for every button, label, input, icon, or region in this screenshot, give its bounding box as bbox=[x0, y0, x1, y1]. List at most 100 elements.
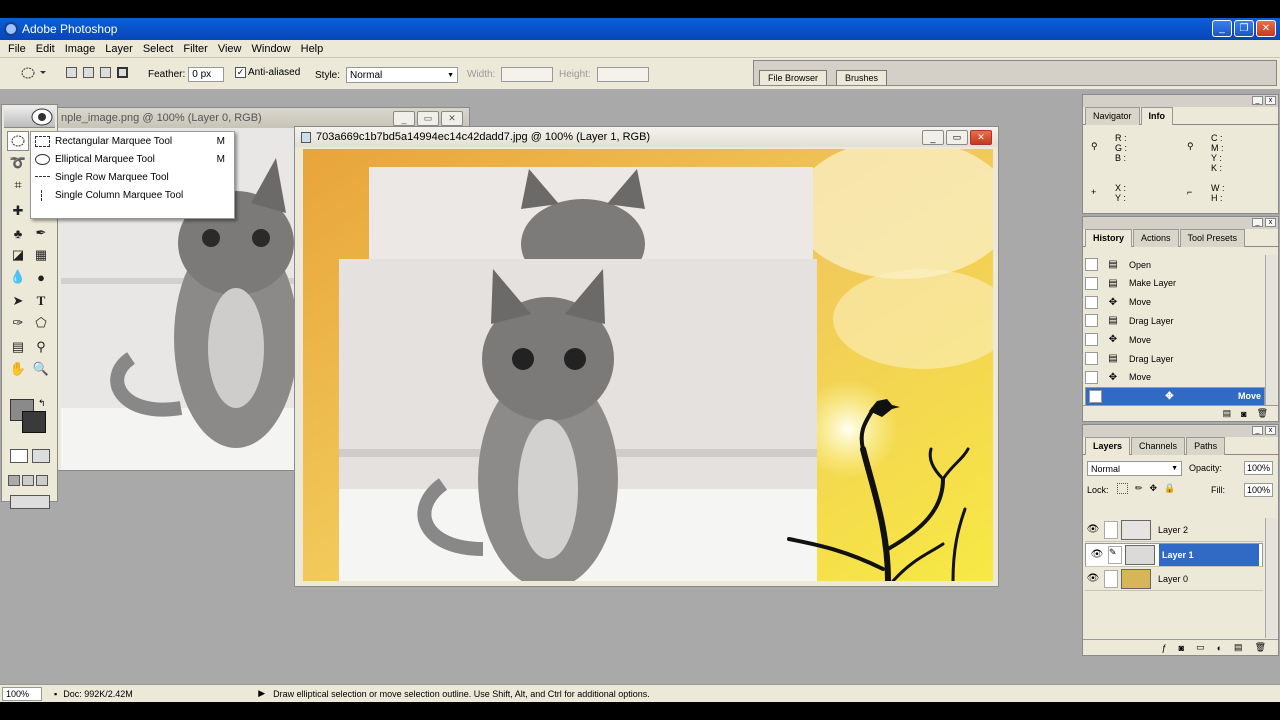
palette-minimize-icon[interactable]: _ bbox=[1252, 218, 1263, 227]
menu-filter[interactable]: Filter bbox=[178, 43, 212, 55]
menu-window[interactable]: Window bbox=[247, 43, 296, 55]
history-brush-source-checkbox[interactable] bbox=[1085, 258, 1098, 271]
lasso-tool-icon[interactable]: ➰ bbox=[7, 153, 29, 173]
menu-image[interactable]: Image bbox=[60, 43, 101, 55]
opacity-input[interactable]: 100% bbox=[1244, 461, 1274, 475]
layer-link-box[interactable] bbox=[1104, 520, 1118, 539]
standard-screen-mode-button[interactable] bbox=[8, 475, 20, 486]
flyout-item-single-column[interactable]: Single Column Marquee Tool bbox=[35, 186, 231, 204]
tab-layers[interactable]: Layers bbox=[1085, 437, 1131, 455]
add-selection-button[interactable] bbox=[83, 67, 94, 78]
menu-select[interactable]: Select bbox=[138, 43, 179, 55]
crop-tool-icon[interactable]: ⌗ bbox=[7, 175, 29, 195]
width-input[interactable] bbox=[501, 67, 554, 82]
tab-paths[interactable]: Paths bbox=[1186, 437, 1226, 455]
history-state[interactable]: ▤ Make Layer bbox=[1085, 274, 1265, 293]
subtract-selection-button[interactable] bbox=[100, 67, 111, 78]
doc-close-button[interactable]: ✕ bbox=[970, 130, 992, 145]
doc-maximize-button[interactable]: ▭ bbox=[417, 111, 439, 126]
lock-position-icon[interactable]: ✥ bbox=[1150, 483, 1158, 494]
jump-to-imageready-button[interactable] bbox=[10, 495, 50, 509]
new-set-icon[interactable]: ▭ bbox=[1196, 642, 1205, 653]
doc-minimize-button[interactable]: _ bbox=[922, 130, 944, 145]
marquee-tool-icon[interactable] bbox=[7, 131, 29, 151]
full-screen-menu-mode-button[interactable] bbox=[22, 475, 34, 486]
new-snapshot-icon[interactable]: ◙ bbox=[1241, 409, 1246, 419]
quick-mask-button[interactable] bbox=[32, 449, 50, 463]
palette-minimize-icon[interactable]: _ bbox=[1252, 426, 1263, 435]
antialiased-checkbox[interactable]: ✓ bbox=[235, 67, 246, 78]
gradient-tool-icon[interactable]: ▦ bbox=[30, 245, 52, 265]
lock-image-icon[interactable]: ✏ bbox=[1135, 483, 1143, 494]
layer-mask-icon[interactable]: ◙ bbox=[1179, 643, 1184, 653]
fill-input[interactable]: 100% bbox=[1244, 483, 1274, 497]
history-brush-source-checkbox[interactable] bbox=[1085, 276, 1098, 290]
menu-edit[interactable]: Edit bbox=[31, 43, 60, 55]
standard-mode-button[interactable] bbox=[10, 449, 28, 463]
history-brush-source-checkbox[interactable] bbox=[1085, 333, 1098, 347]
clone-stamp-tool-icon[interactable]: ♣ bbox=[7, 223, 29, 243]
history-state[interactable]: ✥ Move bbox=[1085, 330, 1265, 349]
shape-tool-icon[interactable]: ⬠ bbox=[30, 313, 52, 333]
flyout-item-single-row[interactable]: Single Row Marquee Tool bbox=[35, 168, 231, 186]
lock-transparency-icon[interactable] bbox=[1117, 483, 1128, 494]
history-brush-source-checkbox[interactable] bbox=[1085, 370, 1098, 384]
doc-maximize-button[interactable]: ▭ bbox=[946, 130, 968, 145]
height-input[interactable] bbox=[596, 67, 649, 82]
menu-layer[interactable]: Layer bbox=[100, 43, 138, 55]
feather-input[interactable]: 0 px bbox=[188, 67, 225, 82]
palette-close-icon[interactable]: x bbox=[1265, 426, 1276, 435]
delete-state-icon[interactable]: 🗑 bbox=[1257, 408, 1268, 419]
menu-view[interactable]: View bbox=[213, 43, 247, 55]
layer-row[interactable]: 👁 Layer 2 bbox=[1085, 518, 1263, 542]
hand-tool-icon[interactable]: ✋ bbox=[7, 359, 29, 379]
lock-all-icon[interactable]: 🔒 bbox=[1164, 483, 1175, 494]
status-menu-arrow-icon[interactable]: ▶ bbox=[258, 688, 265, 699]
history-brush-source-checkbox[interactable] bbox=[1085, 352, 1098, 365]
paint-brush-icon[interactable]: ✎ bbox=[1108, 545, 1122, 564]
document-canvas[interactable] bbox=[303, 149, 993, 581]
file-browser-tab[interactable]: File Browser bbox=[759, 70, 828, 85]
history-state[interactable]: ▤ Open bbox=[1085, 255, 1265, 274]
history-state[interactable]: ✥ Move bbox=[1085, 386, 1265, 406]
eraser-tool-icon[interactable]: ◪ bbox=[7, 245, 29, 265]
pen-tool-icon[interactable]: ✑ bbox=[7, 313, 29, 333]
style-select[interactable]: Normal ▼ bbox=[346, 67, 459, 83]
tab-tool-presets[interactable]: Tool Presets bbox=[1179, 229, 1246, 247]
history-brush-source-checkbox[interactable] bbox=[1085, 314, 1098, 328]
flyout-item-elliptical[interactable]: Elliptical Marquee Tool M bbox=[35, 150, 231, 168]
path-selection-tool-icon[interactable]: ➤ bbox=[7, 291, 29, 311]
history-state[interactable]: ✥ Move bbox=[1085, 293, 1265, 312]
eyedropper-tool-icon[interactable]: ⚲ bbox=[30, 337, 52, 357]
history-brush-tool-icon[interactable]: ✒ bbox=[30, 223, 52, 243]
brushes-tab[interactable]: Brushes bbox=[836, 70, 888, 85]
delete-layer-icon[interactable]: 🗑 bbox=[1255, 642, 1266, 653]
swap-colors-icon[interactable]: ↰ bbox=[38, 398, 46, 409]
zoom-field[interactable]: 100% bbox=[2, 686, 42, 701]
blur-tool-icon[interactable]: 💧 bbox=[7, 267, 29, 287]
visibility-eye-icon[interactable]: 👁 bbox=[1085, 573, 1101, 584]
background-color-swatch[interactable] bbox=[22, 411, 46, 433]
minimize-button[interactable]: _ bbox=[1212, 20, 1232, 37]
history-state[interactable]: ▤ Drag Layer bbox=[1085, 311, 1265, 330]
palette-minimize-icon[interactable]: _ bbox=[1252, 96, 1263, 105]
tab-history[interactable]: History bbox=[1085, 229, 1133, 247]
visibility-eye-icon[interactable]: 👁 bbox=[1085, 524, 1101, 535]
healing-brush-tool-icon[interactable]: ✚ bbox=[7, 201, 29, 221]
new-selection-button[interactable] bbox=[66, 67, 77, 78]
full-screen-mode-button[interactable] bbox=[36, 475, 48, 486]
maximize-button[interactable]: ❐ bbox=[1234, 20, 1254, 37]
new-document-from-state-icon[interactable]: ▤ bbox=[1223, 408, 1232, 419]
flyout-item-rectangular[interactable]: Rectangular Marquee Tool M bbox=[35, 132, 231, 150]
document-window-main[interactable]: 703a669c1b7bd5a14994ec14c42dadd7.jpg @ 1… bbox=[294, 126, 999, 587]
window-title-bar[interactable]: Adobe Photoshop _ ❐ ✕ bbox=[0, 18, 1280, 40]
menu-help[interactable]: Help bbox=[296, 43, 329, 55]
layer-row[interactable]: 👁 Layer 0 bbox=[1085, 567, 1263, 591]
tab-info[interactable]: Info bbox=[1140, 107, 1174, 125]
adobe-online-eye-icon[interactable] bbox=[4, 106, 55, 128]
history-state[interactable]: ▤ Drag Layer bbox=[1085, 349, 1265, 368]
doc-close-button[interactable]: ✕ bbox=[441, 111, 463, 126]
layers-scrollbar[interactable] bbox=[1265, 518, 1277, 638]
layer-style-icon[interactable]: ƒ bbox=[1162, 643, 1167, 653]
close-button[interactable]: ✕ bbox=[1256, 20, 1276, 37]
